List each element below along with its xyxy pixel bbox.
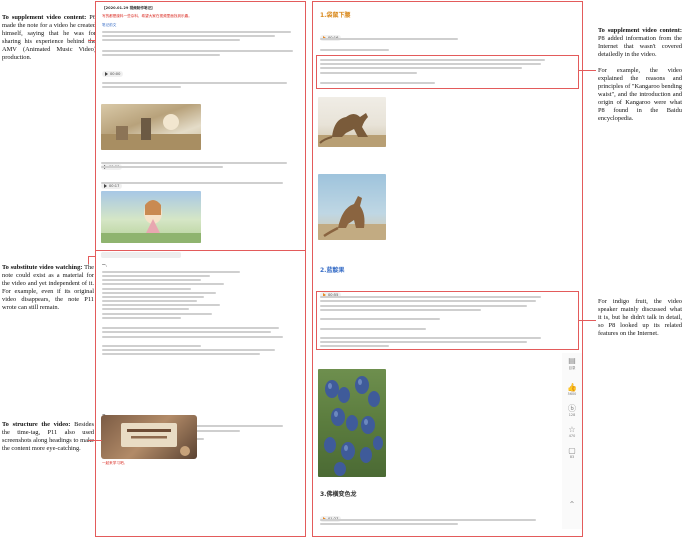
- connector-line: [88, 256, 96, 257]
- connector-line: [88, 40, 96, 41]
- note-date-title: 【2020.01.29 视频制作笔记】: [102, 6, 155, 10]
- left-note-panel-bottom: 一、 二、 一起来学习吧。: [95, 250, 306, 537]
- note-bottom-red: 一起来学习吧。: [102, 460, 128, 465]
- catalog-icon[interactable]: ▤ 目录: [567, 356, 577, 370]
- connector-line: [88, 440, 102, 441]
- annotation-title: To substitute video watching:: [2, 264, 83, 271]
- annotation-body: P8 added information from the Internet t…: [598, 35, 682, 58]
- annotation-body: P6 made the note for a video he created …: [2, 14, 96, 61]
- annotation-body: For example, the video explained the rea…: [598, 67, 682, 122]
- annotation-title: To supplement video content:: [598, 27, 682, 34]
- connector-line: [578, 70, 596, 71]
- connector-line: [578, 320, 596, 321]
- kangaroo-image-1: [318, 97, 386, 147]
- video-link-bar[interactable]: [101, 252, 181, 258]
- note-red-intro: 写的都是废料一些杂料，希望大家在视频里面找到乐趣。: [102, 13, 192, 18]
- kangaroo-image-2: [318, 174, 386, 240]
- comment-icon[interactable]: ▢ 83: [567, 446, 577, 459]
- annotation-body: For indigo fruit, the video speaker main…: [598, 298, 682, 337]
- annotation-substitute: To substitute video watching: The note c…: [2, 264, 94, 312]
- section-heading-kangaroo: 1.袋鼠下腰: [320, 12, 351, 19]
- annotation-structure: To structure the video: Besides the time…: [2, 421, 94, 453]
- annotation-supplement-right: To supplement video content: P8 added in…: [598, 27, 682, 123]
- highlight-box-kangaroo: [316, 55, 579, 89]
- annotation-indigo: For indigo fruit, the video speaker main…: [598, 298, 682, 338]
- indigo-fruit-image: [318, 369, 386, 477]
- annotation-supplement-left: To supplement video content: P6 made the…: [2, 14, 96, 62]
- anime-screenshot-2: [101, 191, 201, 243]
- annotation-title: To supplement video content:: [2, 14, 87, 21]
- highlight-box-indigo: [316, 291, 579, 350]
- note-section-label: 笔记前文: [102, 23, 117, 28]
- section-heading-chameleon: 3.佛横变色龙: [320, 491, 357, 498]
- timestamp-tag[interactable]: 00:00: [102, 70, 124, 77]
- anime-screenshot-1: [101, 104, 201, 150]
- like-icon[interactable]: 👍 5600: [567, 383, 577, 396]
- section-heading-indigo: 2.蓝靛果: [320, 267, 345, 274]
- star-icon[interactable]: ☆ 470: [567, 425, 577, 438]
- scroll-top-icon[interactable]: ⌃: [567, 500, 577, 509]
- connector-line: [88, 256, 89, 264]
- annotation-body: The note could exist as a material for t…: [2, 264, 94, 311]
- video-heading-screenshot: [101, 415, 197, 459]
- annotation-title: To structure the video:: [2, 421, 71, 428]
- coin-icon[interactable]: ⓑ 128: [567, 404, 577, 417]
